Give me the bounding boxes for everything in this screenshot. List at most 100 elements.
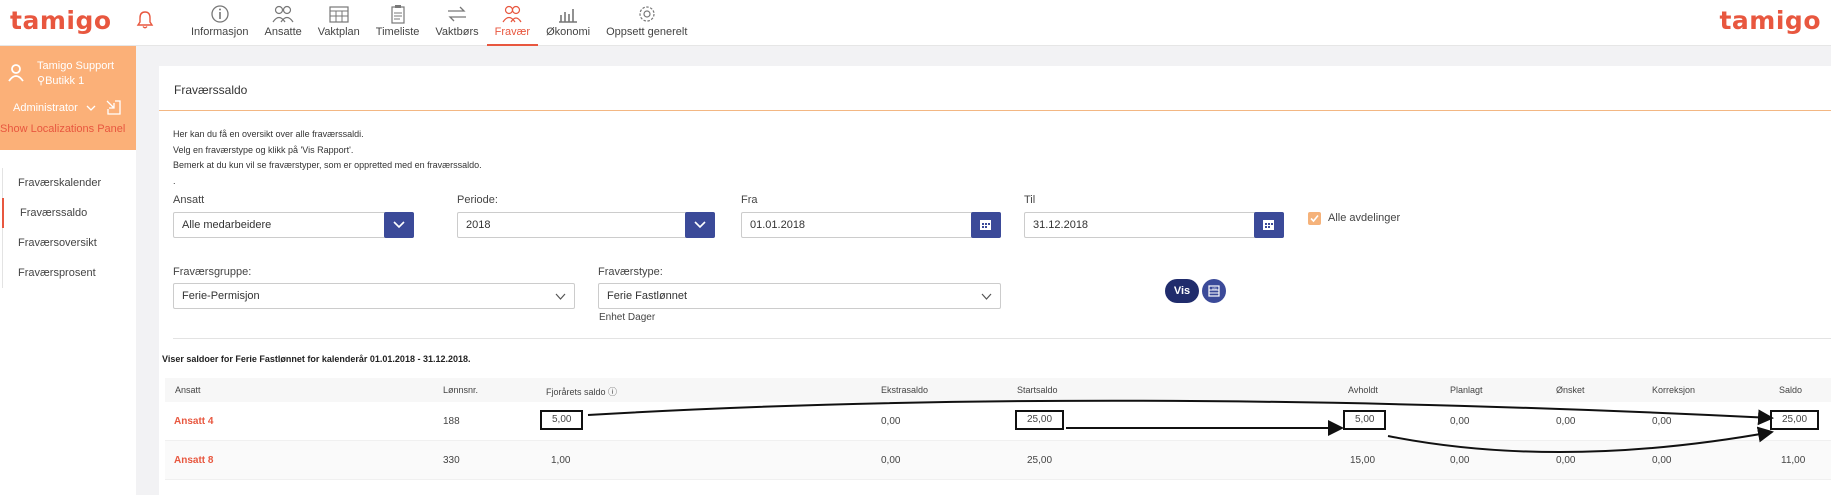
chevron-down-icon bbox=[694, 221, 706, 229]
chevron-down-icon[interactable] bbox=[86, 104, 96, 112]
cell-ekstrasaldo: 0,00 bbox=[881, 416, 901, 427]
cell-fjorarets-saldo: 5,00 bbox=[540, 410, 584, 430]
cell-planlagt: 0,00 bbox=[1450, 416, 1470, 427]
export-excel-button[interactable]: xls bbox=[1202, 279, 1226, 303]
logo-right: tamigo bbox=[1719, 6, 1821, 35]
sidebar-item-fravaerskalender[interactable]: Fraværskalender bbox=[3, 168, 136, 198]
cell-lonnsnr: 188 bbox=[443, 416, 460, 427]
saldo-table: Ansatt Lønnsnr. Fjorårets saldo ⓘ Ekstra… bbox=[165, 378, 1831, 480]
table-row: Ansatt 8 330 1,00 0,00 25,00 15,00 0,00 … bbox=[165, 441, 1831, 480]
fravaerstype-value: Ferie Fastlønnet bbox=[607, 290, 688, 302]
logout-icon[interactable] bbox=[106, 100, 121, 115]
vis-button[interactable]: Vis bbox=[1165, 279, 1199, 303]
table-row: Ansatt 4 188 5,00 0,00 25,00 5,00 0,00 0… bbox=[165, 402, 1831, 441]
col-ansatt[interactable]: Ansatt bbox=[175, 385, 201, 395]
clipboard-icon bbox=[390, 5, 405, 24]
filter-divider bbox=[173, 338, 1831, 339]
periode-dropdown-button[interactable] bbox=[685, 212, 715, 238]
fjorarets-saldo-label: Fjorårets saldo bbox=[546, 387, 606, 397]
cell-startsaldo: 25,00 bbox=[1027, 455, 1053, 466]
nav-informasjon[interactable]: Informasjon bbox=[183, 0, 256, 46]
role-select[interactable]: Administrator bbox=[13, 102, 78, 114]
fravaerstype-label: Fraværstype: bbox=[598, 266, 663, 278]
title-divider bbox=[159, 110, 1831, 111]
fra-label: Fra bbox=[741, 194, 758, 206]
col-planlagt[interactable]: Planlagt bbox=[1450, 385, 1483, 395]
location-pin-icon: ⚲ bbox=[37, 75, 46, 87]
nav-label: Ansatte bbox=[264, 26, 302, 38]
cell-korreksjon: 0,00 bbox=[1652, 416, 1672, 427]
nav-label: Fravær bbox=[494, 26, 531, 38]
alle-avdelinger-checkbox[interactable] bbox=[1308, 212, 1321, 225]
sidebar-item-fravaerssaldo[interactable]: Fraværssaldo bbox=[2, 198, 136, 228]
col-lonnsnr[interactable]: Lønnsnr. bbox=[443, 385, 478, 395]
nav-fravaer[interactable]: Fravær bbox=[486, 0, 539, 46]
ansatt-dropdown-button[interactable] bbox=[384, 212, 414, 238]
periode-label: Periode: bbox=[457, 194, 498, 206]
sidebar: Tamigo Support ⚲Butikk 1 Administrator S… bbox=[0, 46, 136, 495]
nav-label: Oppsett generelt bbox=[606, 26, 688, 38]
col-ekstrasaldo[interactable]: Ekstrasaldo bbox=[881, 385, 928, 395]
main-nav: Informasjon Ansatte Vaktplan Timeliste V… bbox=[183, 0, 695, 46]
people-icon bbox=[272, 5, 294, 23]
intro-line: Velg en fraværstype og klikk på 'Vis Rap… bbox=[173, 144, 354, 155]
col-korreksjon[interactable]: Korreksjon bbox=[1652, 385, 1695, 395]
nav-ansatte[interactable]: Ansatte bbox=[256, 0, 309, 46]
cell-avholdt: 15,00 bbox=[1350, 455, 1376, 466]
cell-fjorarets-saldo: 1,00 bbox=[551, 455, 571, 466]
cell-korreksjon: 0,00 bbox=[1652, 455, 1672, 466]
bell-icon[interactable] bbox=[136, 10, 154, 30]
store-label: Butikk 1 bbox=[45, 75, 85, 87]
sidebar-item-fravaersoversikt[interactable]: Fraværsoversikt bbox=[3, 228, 136, 258]
fravaersgruppe-select[interactable]: Ferie-Permisjon bbox=[173, 283, 575, 309]
col-onsket[interactable]: Ønsket bbox=[1556, 385, 1585, 395]
fra-value: 01.01.2018 bbox=[750, 219, 806, 231]
calendar-icon bbox=[980, 220, 991, 230]
fravaerstype-select[interactable]: Ferie Fastlønnet bbox=[598, 283, 1001, 309]
nav-label: Timeliste bbox=[375, 26, 420, 38]
nav-okonomi[interactable]: Økonomi bbox=[538, 0, 598, 46]
excel-icon: xls bbox=[1208, 285, 1220, 297]
intro-line: Her kan du få en oversikt over alle frav… bbox=[173, 129, 364, 139]
periode-value: 2018 bbox=[466, 219, 491, 231]
nav-label: Vaktbørs bbox=[435, 26, 479, 38]
calendar-icon bbox=[1263, 220, 1274, 230]
bar-chart-icon bbox=[559, 9, 578, 23]
info-icon[interactable]: ⓘ bbox=[608, 387, 617, 397]
user-icon bbox=[8, 64, 24, 82]
logo[interactable]: tamigo bbox=[10, 6, 112, 35]
nav-label: Informasjon bbox=[191, 26, 249, 38]
ansatt-select[interactable]: Alle medarbeidere bbox=[173, 212, 414, 238]
cell-onsket: 0,00 bbox=[1556, 455, 1576, 466]
til-calendar-button[interactable] bbox=[1254, 212, 1284, 238]
user-card: Tamigo Support ⚲Butikk 1 Administrator S… bbox=[0, 46, 136, 150]
fra-calendar-button[interactable] bbox=[971, 212, 1001, 238]
col-avholdt[interactable]: Avholdt bbox=[1348, 385, 1378, 395]
fravaersgruppe-value: Ferie-Permisjon bbox=[182, 290, 260, 302]
chevron-down-icon bbox=[393, 221, 405, 229]
cell-avholdt: 5,00 bbox=[1343, 410, 1387, 430]
fra-date-input[interactable]: 01.01.2018 bbox=[741, 212, 1001, 238]
til-date-input[interactable]: 31.12.2018 bbox=[1024, 212, 1284, 238]
col-saldo[interactable]: Saldo bbox=[1779, 385, 1802, 395]
nav-vaktbors[interactable]: Vaktbørs bbox=[427, 0, 486, 46]
col-startsaldo[interactable]: Startsaldo bbox=[1017, 385, 1058, 395]
swap-icon bbox=[448, 6, 466, 22]
nav-timeliste[interactable]: Timeliste bbox=[368, 0, 428, 46]
cell-onsket: 0,00 bbox=[1556, 416, 1576, 427]
nav-label: Økonomi bbox=[546, 26, 591, 38]
alle-avdelinger-label: Alle avdelinger bbox=[1328, 212, 1401, 224]
nav-label: Vaktplan bbox=[317, 26, 360, 38]
employee-link[interactable]: Ansatt 8 bbox=[174, 455, 213, 466]
show-localizations-link[interactable]: Show Localizations Panel bbox=[0, 123, 125, 135]
col-fjorarets-saldo[interactable]: Fjorårets saldo ⓘ bbox=[546, 385, 617, 398]
chevron-down-icon bbox=[981, 293, 992, 300]
cell-ekstrasaldo: 0,00 bbox=[881, 455, 901, 466]
periode-select[interactable]: 2018 bbox=[457, 212, 715, 238]
nav-vaktplan[interactable]: Vaktplan bbox=[310, 0, 368, 46]
sidebar-item-fravaersprosent[interactable]: Fraværsprosent bbox=[3, 258, 136, 288]
nav-oppsett[interactable]: Oppsett generelt bbox=[598, 0, 695, 46]
intro-line: . bbox=[173, 175, 176, 186]
calendar-icon bbox=[329, 6, 349, 23]
employee-link[interactable]: Ansatt 4 bbox=[174, 416, 213, 427]
